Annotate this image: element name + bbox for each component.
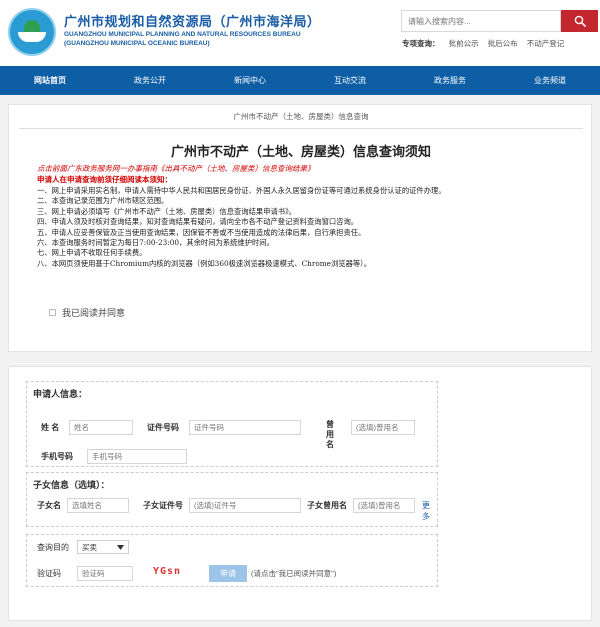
notice-card: 广州市不动产（土地、房屋类）信息查询 广州市不动产（土地、房屋类）信息查询须知 … <box>8 104 592 352</box>
notice-item: 一、网上申请采用实名制，申请人需持中华人民共和国居民身份证、外国人永久居留身份证… <box>37 186 446 195</box>
notice-item: 五、申请人应妥善保管及正当使用查询结果，因保管不善或不当使用造成的法律后果，自行… <box>37 227 366 237</box>
id-number-label: 证件号码 <box>147 423 179 432</box>
children-info-section: 子女信息（选填）： 子女名 子女证件号 子女曾用名 更多 <box>26 472 438 527</box>
notice-item: 三、网上申请必须填写《广州市不动产（土地、房屋类）信息查询结果申请书》。 <box>37 206 297 216</box>
agree-label[interactable]: 我已阅读并同意 <box>62 306 125 319</box>
breadcrumb: 广州市不动产（土地、房屋类）信息查询 <box>233 112 369 121</box>
notice-item: 七、网上申请不收取任何手续费。 <box>37 248 147 258</box>
quick-links-label: 专项查询： <box>402 39 440 48</box>
nav-item-government-affairs[interactable]: 政务公开 <box>100 66 200 95</box>
child-former-name-input[interactable] <box>353 498 415 513</box>
name-label: 姓 名 <box>41 423 60 432</box>
applicant-info-section: 申请人信息： 姓 名 证件号码 曾用名 手机号码 <box>26 381 438 467</box>
query-form-card: 申请人信息： 姓 名 证件号码 曾用名 手机号码 子女信息（选填）： 子女名 子… <box>8 366 592 621</box>
query-section: 查询目的 买卖 验证码 YGsn 申请 (请点击"我已阅读并同意") <box>26 534 438 587</box>
child-former-name-label: 子女曾用名 <box>307 501 347 510</box>
agree-checkbox[interactable] <box>49 309 56 316</box>
site-title[interactable]: 广州市规划和自然资源局（广州市海洋局） <box>64 11 321 30</box>
nav-item-services[interactable]: 政务服务 <box>400 66 500 95</box>
purpose-label: 查询目的 <box>37 543 69 552</box>
child-name-input[interactable] <box>67 498 129 513</box>
child-name-label: 子女名 <box>37 501 61 510</box>
former-name-input[interactable] <box>351 420 415 435</box>
more-children-link[interactable]: 更多 <box>422 500 437 522</box>
search-icon <box>574 15 586 27</box>
notice-item: 四、申请人须及时核对查询结果，知对查询结果有疑问，请向全市各不动产登记资料查询窗… <box>37 217 359 227</box>
quick-link-pre-publicity[interactable]: 批前公示 <box>449 39 479 48</box>
apply-button[interactable]: 申请 <box>209 565 247 582</box>
quick-link-real-estate-registration[interactable]: 不动产登记 <box>527 39 565 48</box>
name-input[interactable] <box>69 420 133 435</box>
id-number-input[interactable] <box>189 420 301 435</box>
agree-checkbox-row[interactable]: 我已阅读并同意 <box>49 306 125 319</box>
search-button[interactable] <box>561 10 598 32</box>
purpose-select[interactable]: 买卖 <box>77 540 129 554</box>
notice-item: 六、本查询服务时间暂定为每日7:00-23:00，其余时间为系统维护时间。 <box>37 238 274 248</box>
site-subtitle-line1: GUANGZHOU MUNICIPAL PLANNING AND NATURAL… <box>64 31 301 38</box>
notice-warning: 申请人在申请查询前须仔细阅读本须知： <box>37 175 172 184</box>
chevron-down-icon <box>117 544 124 550</box>
notice-item: 二、本查询记录范围为广州市辖区范围。 <box>37 196 169 206</box>
phone-label: 手机号码 <box>41 452 73 461</box>
nav-item-home[interactable]: 网站首页 <box>0 66 100 95</box>
bureau-logo-icon[interactable] <box>8 8 56 56</box>
phone-input[interactable] <box>87 449 187 464</box>
guide-link[interactable]: 点击前面广东政务服务网一办事指南《出具不动产（土地、房屋类）信息查询结果》 <box>37 163 315 174</box>
page-title: 广州市不动产（土地、房屋类）信息查询须知 <box>170 144 431 159</box>
purpose-selected-value: 买卖 <box>82 542 97 552</box>
quick-link-post-publication[interactable]: 批后公布 <box>488 39 518 48</box>
captcha-input[interactable] <box>77 566 133 581</box>
captcha-label: 验证码 <box>37 569 61 578</box>
notice-item: 八、本网页须使用基于Chromium内核的浏览器（例如360极速浏览器极速模式、… <box>37 258 372 268</box>
former-name-label: 曾用名 <box>326 420 334 449</box>
divider <box>19 128 583 129</box>
main-nav: 网站首页 政务公开 新闻中心 互动交流 政务服务 业务频道 <box>0 66 600 95</box>
nav-item-business[interactable]: 业务频道 <box>500 66 600 95</box>
nav-item-news[interactable]: 新闻中心 <box>200 66 300 95</box>
agree-hint: (请点击"我已阅读并同意") <box>251 569 337 578</box>
applicant-info-title: 申请人信息： <box>33 389 88 399</box>
child-id-input[interactable] <box>189 498 301 513</box>
site-subtitle-line2: (GUANGZHOU MUNICIPAL OCEANIC BUREAU) <box>64 40 210 47</box>
notice-list: 一、网上申请采用实名制，申请人需持中华人民共和国居民身份证、外国人永久居留身份证… <box>17 186 587 269</box>
quick-links: 专项查询： 批前公示 批后公布 不动产登记 <box>402 38 564 49</box>
children-info-title: 子女信息（选填）： <box>33 480 110 490</box>
nav-item-interaction[interactable]: 互动交流 <box>300 66 400 95</box>
child-id-label: 子女证件号 <box>143 501 183 510</box>
captcha-image[interactable]: YGsn <box>153 566 181 577</box>
search-input[interactable] <box>401 10 561 32</box>
site-header: 广州市规划和自然资源局（广州市海洋局） GUANGZHOU MUNICIPAL … <box>0 0 600 66</box>
